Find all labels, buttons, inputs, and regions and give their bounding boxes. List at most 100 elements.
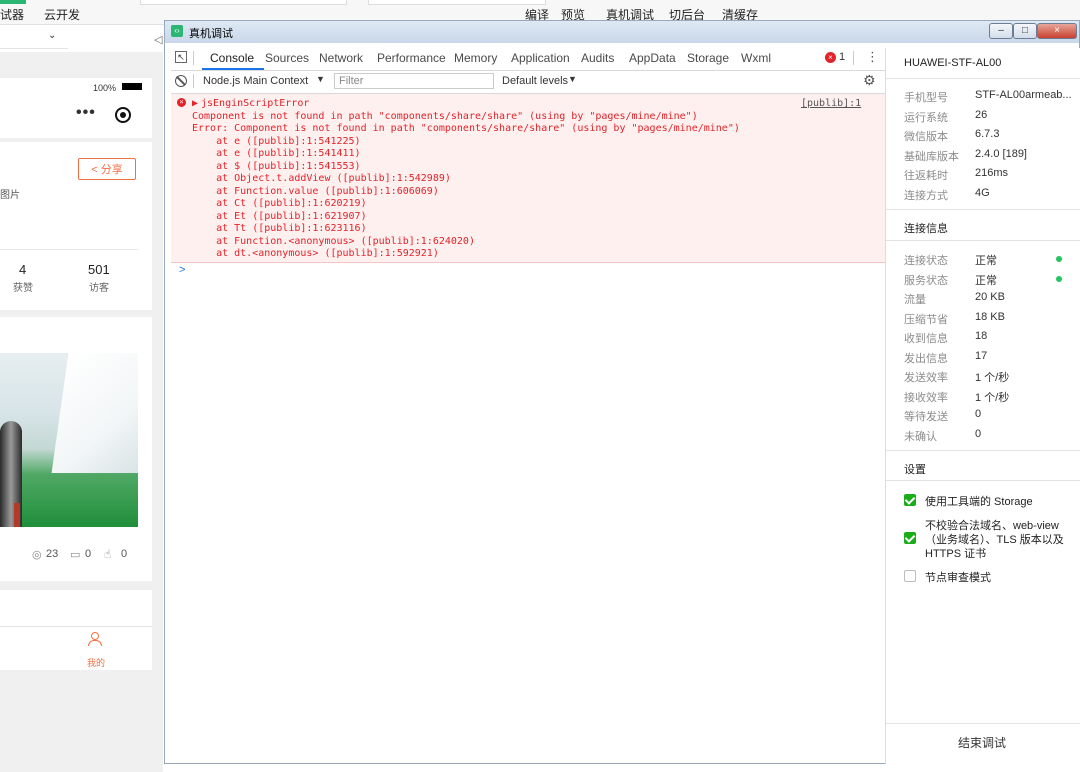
stack-line: at Et ([publib]:1:621907) [192, 211, 367, 222]
conn-label: 收到信息 [904, 333, 948, 345]
status-ok-dot [1056, 276, 1062, 282]
stack-line: at Function.value ([publib]:1:606069) [192, 186, 439, 197]
context-dropdown-icon[interactable]: ▼ [316, 74, 325, 84]
tab-performance[interactable]: Performance [377, 51, 446, 65]
levels-dropdown-icon[interactable]: ▼ [568, 74, 577, 84]
more-icon[interactable]: ••• [76, 104, 96, 122]
tab-mine[interactable]: 我的 [87, 656, 105, 669]
comment-icon[interactable]: ▭ [70, 548, 80, 561]
stack-line: at Tt ([publib]:1:623116) [192, 223, 367, 234]
tab-application[interactable]: Application [511, 51, 570, 65]
close-button[interactable]: × [1037, 23, 1077, 39]
share-icon: < [91, 164, 98, 176]
toolbar-mode-select[interactable] [140, 0, 347, 5]
domain-check-label[interactable]: 不校验合法域名、web-view（业务域名）、TLS 版本以及 HTTPS 证书 [925, 519, 1067, 561]
user-icon[interactable] [88, 632, 102, 646]
error-line: Component is not found in path "componen… [192, 111, 698, 122]
window-titlebar: ‹› 真机调试 – □ × [165, 21, 1079, 43]
scroll-paper [51, 353, 138, 473]
storage-checkbox[interactable] [904, 494, 916, 506]
error-count[interactable]: 1 [839, 51, 845, 63]
brush-handle [14, 503, 20, 527]
device-select[interactable]: ⌄ [0, 28, 68, 49]
tab-console[interactable]: Console [210, 51, 254, 65]
clear-console-icon[interactable] [175, 75, 187, 87]
likes-post-count: 0 [121, 548, 128, 560]
console-prompt[interactable]: > [179, 264, 185, 276]
info-value: 6.7.3 [975, 128, 1000, 140]
error-title[interactable]: jsEnginScriptError [201, 98, 309, 109]
error-message: × ▶ jsEnginScriptError [publib]:1 Compon… [171, 94, 885, 263]
likes-count: 4 [19, 262, 27, 277]
console-output: × ▶ jsEnginScriptError [publib]:1 Compon… [171, 94, 885, 760]
filter-input[interactable]: Filter [334, 73, 494, 89]
info-value: 4G [975, 187, 990, 199]
context-select[interactable]: Node.js Main Context [203, 75, 308, 87]
chevron-down-icon: ⌄ [48, 30, 57, 41]
tab-audits[interactable]: Audits [581, 51, 614, 65]
conn-label: 连接状态 [904, 255, 948, 267]
status-ok-dot [1056, 256, 1062, 262]
minimize-button[interactable]: – [989, 23, 1013, 39]
tab-sources[interactable]: Sources [265, 51, 309, 65]
connection-header: 连接信息 [904, 223, 948, 235]
node-inspect-label[interactable]: 节点审查模式 [925, 569, 991, 585]
post-image[interactable] [0, 353, 138, 527]
conn-label: 服务状态 [904, 275, 948, 287]
settings-header: 设置 [904, 464, 926, 476]
visitors-count: 501 [88, 262, 110, 277]
tab-memory[interactable]: Memory [454, 51, 497, 65]
stack-line: at Function.<anonymous> ([publib]:1:6240… [192, 236, 475, 247]
battery-icon [122, 83, 142, 90]
conn-value: 20 KB [975, 291, 1005, 303]
device-info-panel: HUAWEI-STF-AL00 手机型号 STF-AL00armeab... 运… [885, 48, 1080, 764]
toolbar-debugger-label[interactable]: 试器 [0, 6, 24, 23]
conn-value: 18 KB [975, 311, 1005, 323]
conn-label: 压缩节省 [904, 314, 948, 326]
conn-value: 17 [975, 350, 988, 362]
inspect-icon[interactable]: ↖ [175, 51, 187, 63]
image-label: 图片 [0, 190, 20, 201]
like-icon[interactable]: ☝ [104, 547, 111, 561]
stack-line: at dt.<anonymous> ([publib]:1:592921) [192, 248, 439, 259]
maximize-button[interactable]: □ [1013, 23, 1037, 39]
tab-appdata[interactable]: AppData [629, 51, 676, 65]
conn-value: 0 [975, 408, 982, 420]
end-debug-button[interactable]: 结束调试 [958, 734, 1006, 751]
tab-wxml[interactable]: Wxml [741, 51, 771, 65]
share-button[interactable]: < 分享 [78, 158, 136, 180]
conn-value: 正常 [975, 275, 997, 287]
views-icon: ◎ [32, 549, 42, 561]
more-vertical-icon[interactable]: ⋮ [866, 49, 879, 65]
toolbar-compile-select[interactable] [368, 0, 546, 5]
capsule-close-icon[interactable] [115, 107, 131, 123]
toolbar-cloud-dev-button[interactable]: 云开发 [44, 6, 80, 23]
source-link[interactable]: [publib]:1 [801, 98, 861, 109]
comments-count: 0 [85, 548, 92, 560]
info-label: 运行系统 [904, 112, 948, 124]
conn-label: 未确认 [904, 431, 937, 443]
stack-line: at $ ([publib]:1:541553) [192, 161, 361, 172]
conn-value: 1 个/秒 [975, 372, 1010, 384]
tab-network[interactable]: Network [319, 51, 363, 65]
node-inspect-checkbox[interactable] [904, 570, 916, 582]
simulator-tab-indicator [0, 0, 26, 4]
window-title: 真机调试 [189, 28, 233, 40]
console-toolbar: Node.js Main Context ▼ Filter Default le… [171, 71, 885, 94]
conn-label: 接收效率 [904, 392, 948, 404]
likes-label: 获赞 [13, 283, 33, 294]
tab-storage[interactable]: Storage [687, 51, 729, 65]
settings-gear-icon[interactable]: ⚙ [863, 72, 876, 89]
conn-label: 等待发送 [904, 411, 948, 423]
volume-icon[interactable]: ◁ [154, 33, 162, 46]
share-label: 分享 [100, 164, 123, 176]
levels-select[interactable]: Default levels [502, 75, 568, 87]
expand-triangle-icon[interactable]: ▶ [192, 98, 198, 109]
post-card[interactable]: ◎ 23 ▭ 0 ☝ 0 [0, 317, 152, 581]
views-count: 23 [46, 548, 59, 560]
conn-label: 流量 [904, 294, 926, 306]
storage-label[interactable]: 使用工具端的 Storage [925, 493, 1033, 509]
domain-check-checkbox[interactable] [904, 532, 916, 544]
info-label: 往返耗时 [904, 170, 948, 182]
active-tab-indicator [202, 68, 264, 70]
